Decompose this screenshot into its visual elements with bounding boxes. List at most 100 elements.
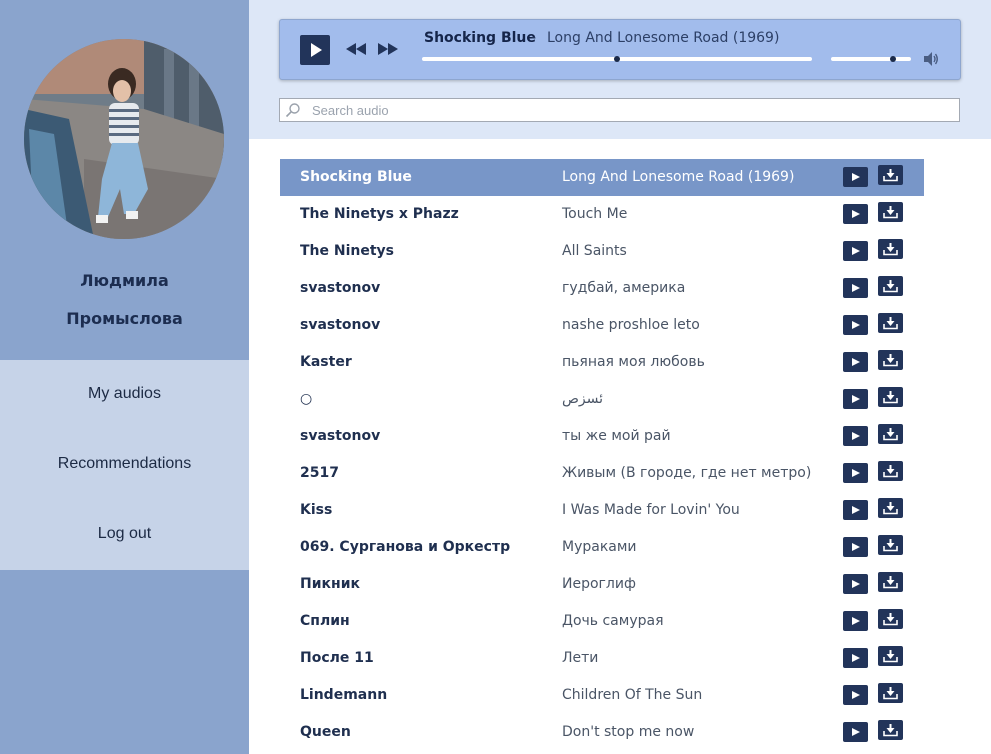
user-first-name: Людмила — [80, 271, 169, 290]
track-title: Touch Me — [562, 206, 628, 222]
track-title: nashe proshloe leto — [562, 317, 700, 333]
download-icon — [883, 391, 898, 404]
track-row[interactable]: Kaster пьяная моя любовь — [280, 344, 924, 381]
track-artist: Shocking Blue — [300, 169, 412, 185]
track-play-button[interactable] — [843, 278, 868, 298]
track-row[interactable]: The Ninetys x Phazz Touch Me — [280, 196, 924, 233]
download-icon — [883, 169, 898, 182]
track-play-button[interactable] — [843, 463, 868, 483]
volume-knob[interactable] — [890, 56, 897, 62]
track-artist: svastonov — [300, 317, 381, 333]
track-row[interactable]: ○ ئسزص — [280, 381, 924, 418]
sidebar-nav: My audios Recommendations Log out — [0, 360, 249, 570]
track-artist: svastonov — [300, 428, 381, 444]
sidebar: Людмила Промыслова My audios Recommendat… — [0, 0, 249, 754]
track-download-button[interactable] — [878, 202, 903, 222]
download-icon — [883, 687, 898, 700]
track-row[interactable]: svastonov ты же мой рай — [280, 418, 924, 455]
download-icon — [883, 317, 898, 330]
track-play-button[interactable] — [843, 722, 868, 742]
user-last-name: Промыслова — [66, 309, 183, 328]
nav-my-audios[interactable]: My audios — [0, 385, 249, 403]
track-download-button[interactable] — [878, 535, 903, 555]
track-title: Children Of The Sun — [562, 687, 703, 703]
progress-bar[interactable] — [422, 56, 812, 62]
track-title: All Saints — [562, 243, 627, 259]
forward-icon[interactable] — [377, 42, 399, 56]
track-play-button[interactable] — [843, 648, 868, 668]
track-play-button[interactable] — [843, 500, 868, 520]
track-row[interactable]: Сплин Дочь самурая — [280, 603, 924, 640]
track-title: Мураками — [562, 539, 637, 555]
track-play-button[interactable] — [843, 574, 868, 594]
volume-slider[interactable] — [831, 56, 911, 62]
progress-knob[interactable] — [614, 56, 620, 62]
track-download-button[interactable] — [878, 609, 903, 629]
track-download-button[interactable] — [878, 350, 903, 370]
track-artist: Сплин — [300, 613, 350, 629]
track-row[interactable]: Lindemann Children Of The Sun — [280, 677, 924, 714]
track-title: Иероглиф — [562, 576, 636, 592]
download-icon — [883, 243, 898, 256]
track-row[interactable]: 069. Сурганова и Оркестр Мураками — [280, 529, 924, 566]
player-play-button[interactable] — [300, 35, 330, 65]
track-row[interactable]: Пикник Иероглиф — [280, 566, 924, 603]
track-download-button[interactable] — [878, 239, 903, 259]
download-icon — [883, 206, 898, 219]
download-icon — [883, 502, 898, 515]
audio-player: Shocking Blue - Long And Lonesome Road (… — [279, 19, 961, 80]
rewind-icon[interactable] — [345, 42, 367, 56]
track-play-button[interactable] — [843, 204, 868, 224]
track-title: Лети — [562, 650, 599, 666]
track-play-button[interactable] — [843, 352, 868, 372]
track-title: Дочь самурая — [562, 613, 664, 629]
track-download-button[interactable] — [878, 498, 903, 518]
track-play-button[interactable] — [843, 241, 868, 261]
speaker-icon[interactable] — [923, 51, 939, 67]
track-row[interactable]: Queen Don't stop me now — [280, 714, 924, 751]
avatar-photo — [24, 39, 224, 239]
track-row[interactable]: Kiss I Was Made for Lovin' You — [280, 492, 924, 529]
download-icon — [883, 428, 898, 441]
track-title: Long And Lonesome Road (1969) — [562, 169, 795, 185]
header: Shocking Blue - Long And Lonesome Road (… — [249, 0, 991, 139]
track-play-button[interactable] — [843, 685, 868, 705]
avatar — [24, 39, 224, 239]
track-play-button[interactable] — [843, 611, 868, 631]
track-title: пьяная моя любовь — [562, 354, 705, 370]
track-play-button[interactable] — [843, 537, 868, 557]
track-play-button[interactable] — [843, 426, 868, 446]
search-input[interactable] — [312, 101, 942, 119]
nav-recommendations[interactable]: Recommendations — [0, 455, 249, 473]
track-list: Shocking Blue Long And Lonesome Road (196… — [280, 159, 924, 751]
now-playing-title: Long And Lonesome Road (1969) — [547, 30, 780, 46]
track-artist: The Ninetys x Phazz — [300, 206, 459, 222]
track-play-button[interactable] — [843, 389, 868, 409]
track-download-button[interactable] — [878, 572, 903, 592]
nav-log-out[interactable]: Log out — [0, 525, 249, 543]
search-icon — [285, 103, 300, 118]
track-download-button[interactable] — [878, 424, 903, 444]
track-row[interactable]: После 11 Лети — [280, 640, 924, 677]
download-icon — [883, 724, 898, 737]
track-download-button[interactable] — [878, 720, 903, 740]
track-play-button[interactable] — [843, 315, 868, 335]
track-row[interactable]: 2517 Живым (В городе, где нет метро) — [280, 455, 924, 492]
track-play-button[interactable] — [843, 167, 868, 187]
track-download-button[interactable] — [878, 165, 903, 185]
track-row[interactable]: The Ninetys All Saints — [280, 233, 924, 270]
track-download-button[interactable] — [878, 646, 903, 666]
track-download-button[interactable] — [878, 683, 903, 703]
track-title: ты же мой рай — [562, 428, 671, 444]
track-download-button[interactable] — [878, 387, 903, 407]
track-title: гудбай, америка — [562, 280, 686, 296]
track-download-button[interactable] — [878, 276, 903, 296]
track-artist: svastonov — [300, 280, 381, 296]
track-row[interactable]: Shocking Blue Long And Lonesome Road (196… — [280, 159, 924, 196]
track-row[interactable]: svastonov nashe proshloe leto — [280, 307, 924, 344]
track-row[interactable]: svastonov гудбай, америка — [280, 270, 924, 307]
search-box — [279, 98, 960, 122]
track-download-button[interactable] — [878, 461, 903, 481]
track-artist: Lindemann — [300, 687, 388, 703]
track-download-button[interactable] — [878, 313, 903, 333]
